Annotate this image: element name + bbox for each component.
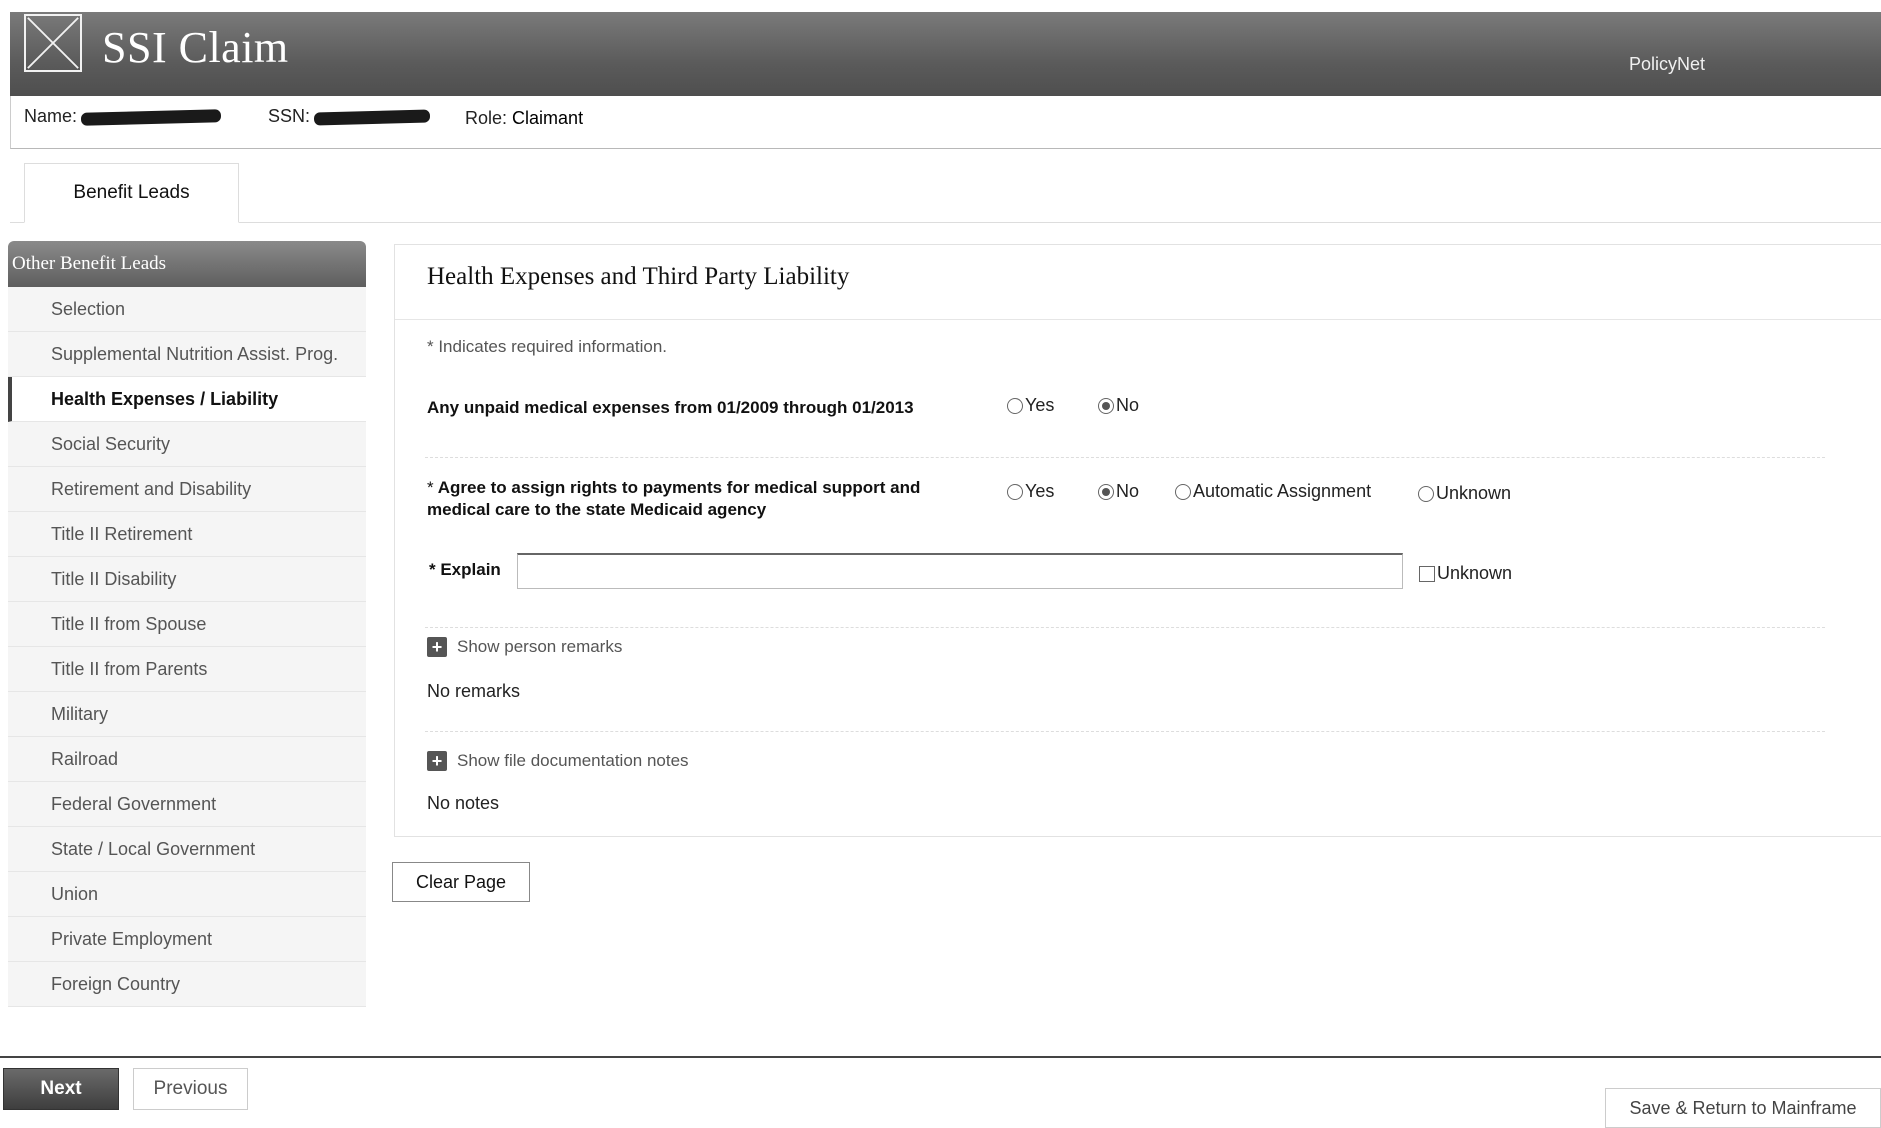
role-value: Claimant bbox=[512, 108, 584, 128]
required-note: * Indicates required information. bbox=[427, 337, 668, 356]
sidebar-item-title-ii-parents[interactable]: Title II from Parents bbox=[8, 647, 366, 692]
assign-rights-unknown-option[interactable]: Unknown bbox=[1418, 483, 1511, 504]
explain-unknown-option[interactable]: Unknown bbox=[1419, 563, 1512, 584]
file-notes-content: No notes bbox=[427, 793, 500, 813]
ssn-redaction bbox=[313, 109, 431, 126]
expand-plus-icon[interactable]: + bbox=[427, 637, 447, 657]
previous-button[interactable]: Previous bbox=[133, 1068, 248, 1110]
expand-plus-icon[interactable]: + bbox=[427, 751, 447, 771]
show-person-remarks-label: Show person remarks bbox=[457, 637, 623, 656]
name-redaction bbox=[80, 108, 222, 126]
sidebar-item-health-expenses[interactable]: Health Expenses / Liability bbox=[8, 377, 366, 422]
assign-rights-unknown-radio[interactable] bbox=[1418, 485, 1434, 502]
sidebar-item-foreign-country[interactable]: Foreign Country bbox=[8, 962, 366, 1007]
app-logo-x-icon bbox=[24, 14, 82, 72]
tab-benefit-leads[interactable]: Benefit Leads bbox=[24, 163, 239, 223]
unpaid-expenses-yes-label: Yes bbox=[1025, 395, 1055, 415]
assign-rights-yes-radio[interactable] bbox=[1007, 483, 1023, 500]
sidebar-item-title-ii-spouse[interactable]: Title II from Spouse bbox=[8, 602, 366, 647]
section-divider bbox=[425, 627, 1825, 628]
claimant-ssn: SSN: bbox=[268, 106, 431, 127]
sidebar-item-selection[interactable]: Selection bbox=[8, 287, 366, 332]
sidebar-item-title-ii-disability[interactable]: Title II Disability bbox=[8, 557, 366, 602]
assign-rights-automatic-label: Automatic Assignment bbox=[1193, 481, 1372, 501]
health-expenses-panel: Health Expenses and Third Party Liabilit… bbox=[394, 244, 1881, 837]
sidebar-nav: Other Benefit Leads Selection Supplement… bbox=[8, 241, 366, 1007]
sidebar-item-railroad[interactable]: Railroad bbox=[8, 737, 366, 782]
unpaid-expenses-question: Any unpaid medical expenses from 01/2009… bbox=[427, 398, 914, 417]
assign-rights-yes-label: Yes bbox=[1025, 481, 1055, 501]
assign-rights-yes-option[interactable]: Yes bbox=[1007, 481, 1054, 502]
page-title: Health Expenses and Third Party Liabilit… bbox=[427, 263, 850, 290]
explain-unknown-label: Unknown bbox=[1437, 563, 1513, 583]
sidebar-item-state-local-government[interactable]: State / Local Government bbox=[8, 827, 366, 872]
explain-label: * Explain bbox=[429, 560, 501, 579]
assign-rights-no-radio[interactable] bbox=[1098, 483, 1114, 500]
assign-rights-line1: Agree to assign rights to payments for m… bbox=[437, 478, 921, 497]
sidebar-title: Other Benefit Leads bbox=[8, 241, 366, 287]
show-file-notes-toggle[interactable]: + Show file documentation notes bbox=[427, 751, 689, 771]
unpaid-expenses-yes-option[interactable]: Yes bbox=[1007, 395, 1054, 416]
assign-rights-question: * Agree to assign rights to payments for… bbox=[427, 477, 920, 521]
section-divider bbox=[425, 457, 1825, 458]
sidebar-item-retirement-disability[interactable]: Retirement and Disability bbox=[8, 467, 366, 512]
sidebar-item-snap[interactable]: Supplemental Nutrition Assist. Prog. bbox=[8, 332, 366, 377]
assign-rights-automatic-option[interactable]: Automatic Assignment bbox=[1175, 481, 1371, 502]
required-star: * bbox=[427, 478, 434, 497]
person-remarks-content: No remarks bbox=[427, 681, 521, 701]
name-label: Name: bbox=[24, 106, 78, 126]
section-divider bbox=[425, 731, 1825, 732]
unpaid-expenses-no-option[interactable]: No bbox=[1098, 395, 1139, 416]
explain-input[interactable] bbox=[517, 553, 1403, 589]
sidebar-item-federal-government[interactable]: Federal Government bbox=[8, 782, 366, 827]
app-header-banner: SSI Claim PolicyNet bbox=[10, 12, 1881, 108]
title-divider bbox=[395, 319, 1881, 320]
show-file-notes-label: Show file documentation notes bbox=[457, 751, 689, 770]
sidebar-item-military[interactable]: Military bbox=[8, 692, 366, 737]
next-button[interactable]: Next bbox=[3, 1068, 119, 1110]
clear-page-button[interactable]: Clear Page bbox=[392, 862, 530, 902]
unpaid-expenses-no-label: No bbox=[1116, 395, 1140, 415]
sidebar-item-title-ii-retirement[interactable]: Title II Retirement bbox=[8, 512, 366, 557]
assign-rights-no-option[interactable]: No bbox=[1098, 481, 1139, 502]
assign-rights-no-label: No bbox=[1116, 481, 1140, 501]
explain-unknown-checkbox[interactable] bbox=[1419, 565, 1435, 582]
ssn-label: SSN: bbox=[268, 106, 311, 126]
sidebar-item-union[interactable]: Union bbox=[8, 872, 366, 917]
unpaid-expenses-yes-radio[interactable] bbox=[1007, 397, 1023, 414]
show-person-remarks-toggle[interactable]: + Show person remarks bbox=[427, 637, 622, 657]
save-return-mainframe-button[interactable]: Save & Return to Mainframe bbox=[1605, 1088, 1881, 1128]
role-label: Role: bbox=[465, 108, 508, 128]
assign-rights-automatic-radio[interactable] bbox=[1175, 483, 1191, 500]
assign-rights-unknown-label: Unknown bbox=[1436, 483, 1512, 503]
footer-divider bbox=[0, 1056, 1881, 1058]
policynet-link[interactable]: PolicyNet bbox=[1629, 54, 1705, 75]
assign-rights-line2: medical care to the state Medicaid agenc… bbox=[427, 500, 767, 519]
tab-strip bbox=[10, 176, 1881, 223]
claimant-name: Name: bbox=[24, 106, 222, 127]
sidebar-item-private-employment[interactable]: Private Employment bbox=[8, 917, 366, 962]
sidebar-item-social-security[interactable]: Social Security bbox=[8, 422, 366, 467]
unpaid-expenses-no-radio[interactable] bbox=[1098, 397, 1114, 414]
app-title: SSI Claim bbox=[102, 23, 289, 72]
claimant-role: Role: Claimant bbox=[465, 108, 583, 129]
